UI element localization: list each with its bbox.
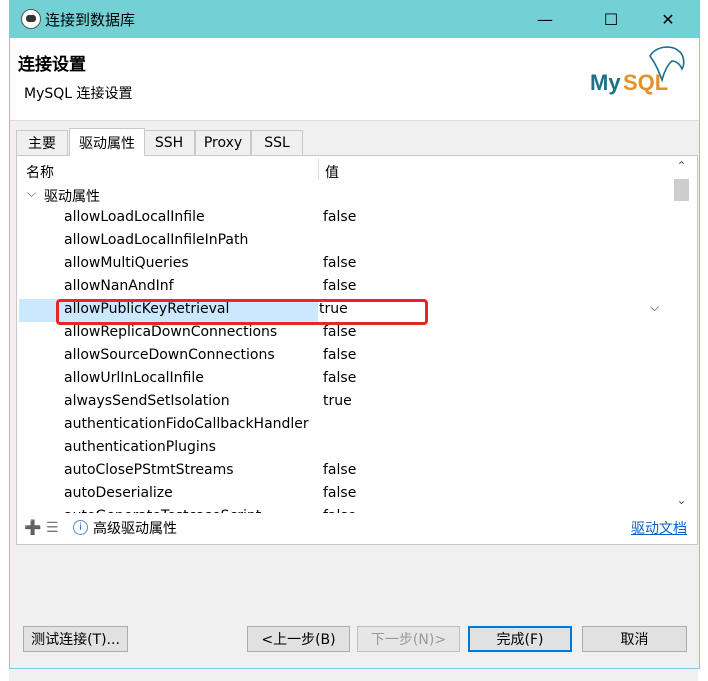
property-name: autoGenerateTestcaseScript [64, 508, 261, 513]
collapse-all-icon[interactable]: ☰ [46, 520, 59, 536]
scroll-down-icon[interactable]: ⌄ [672, 493, 691, 511]
background-left-strip [0, 0, 9, 681]
page-subtitle: MySQL 连接设置 [24, 86, 133, 102]
table-row[interactable]: allowLoadLocalInfile false [17, 207, 672, 230]
test-connection-button[interactable]: 测试连接(T)... [23, 626, 128, 652]
property-value[interactable]: false [323, 485, 356, 501]
scroll-up-icon[interactable]: ⌃ [672, 159, 691, 177]
vertical-scrollbar[interactable]: ⌃ ⌄ [672, 156, 691, 511]
expand-all-icon[interactable]: ➕ [24, 520, 41, 536]
table-row-selected[interactable]: allowPublicKeyRetrieval true ⌵ [17, 299, 672, 322]
properties-table[interactable]: 名称 值 ⌵ 驱动属性 allowLoadLocalInfile false a… [17, 158, 672, 513]
page-title: 连接设置 [18, 55, 86, 75]
property-name: allowPublicKeyRetrieval [64, 301, 230, 317]
property-name: autoClosePStmtStreams [64, 462, 234, 478]
property-name: allowLoadLocalInfileInPath [64, 232, 249, 248]
tab-ssl[interactable]: SSL [251, 130, 303, 155]
property-value[interactable]: false [323, 209, 356, 225]
table-row[interactable]: autoDeserialize false [17, 483, 672, 506]
back-button[interactable]: <上一步(B) [247, 626, 350, 652]
svg-text:My: My [590, 70, 621, 95]
property-value[interactable]: false [323, 255, 356, 271]
driver-properties-panel: 名称 值 ⌵ 驱动属性 allowLoadLocalInfile false a… [16, 155, 698, 545]
tab-driver-properties[interactable]: 驱动属性 [69, 128, 145, 156]
property-value[interactable]: false [323, 508, 356, 513]
table-row[interactable]: authenticationFidoCallbackHandler [17, 414, 672, 437]
column-header-name[interactable]: 名称 [26, 162, 54, 182]
chevron-down-icon[interactable]: ⌵ [27, 186, 36, 201]
property-value[interactable]: false [323, 347, 356, 363]
tab-ssh[interactable]: SSH [143, 130, 195, 155]
table-row[interactable]: allowReplicaDownConnections false [17, 322, 672, 345]
property-name: allowReplicaDownConnections [64, 324, 278, 340]
table-row[interactable]: allowLoadLocalInfileInPath [17, 230, 672, 253]
tab-main[interactable]: 主要 [16, 130, 68, 155]
cancel-button[interactable]: 取消 [582, 626, 687, 652]
minimize-icon[interactable]: — [522, 0, 568, 38]
next-button[interactable]: 下一步(N)> [357, 626, 460, 652]
tab-proxy[interactable]: Proxy [195, 130, 251, 155]
finish-button[interactable]: 完成(F) [468, 626, 572, 652]
table-row[interactable]: allowUrlInLocalInfile false [17, 368, 672, 391]
property-value[interactable]: false [323, 278, 356, 294]
group-row[interactable]: ⌵ 驱动属性 [17, 184, 672, 207]
table-row[interactable]: allowNanAndInf false [17, 276, 672, 299]
table-row[interactable]: allowMultiQueries false [17, 253, 672, 276]
info-icon: i [73, 520, 88, 535]
connect-dialog: 连接到数据库 — ☐ ✕ 连接设置 MySQL 连接设置 My SQL 主要 驱… [9, 0, 700, 669]
app-icon [21, 9, 41, 29]
table-row[interactable]: allowSourceDownConnections false [17, 345, 672, 368]
column-divider[interactable] [318, 158, 319, 180]
scroll-thumb[interactable] [674, 179, 689, 201]
table-row[interactable]: autoGenerateTestcaseScript false [17, 506, 672, 513]
chevron-down-icon[interactable]: ⌵ [650, 300, 659, 315]
property-name: allowLoadLocalInfile [64, 209, 205, 225]
maximize-icon[interactable]: ☐ [588, 0, 634, 38]
property-name: allowNanAndInf [64, 278, 174, 294]
property-name: autoDeserialize [64, 485, 173, 501]
property-value[interactable]: true [323, 393, 352, 409]
window-title: 连接到数据库 [45, 11, 136, 29]
title-bar[interactable]: 连接到数据库 — ☐ ✕ [10, 0, 699, 38]
property-value[interactable]: false [323, 462, 356, 478]
property-name: authenticationFidoCallbackHandler [64, 416, 309, 432]
property-name: allowUrlInLocalInfile [64, 370, 204, 386]
property-value[interactable]: false [323, 370, 356, 386]
group-label: 驱动属性 [44, 189, 100, 205]
table-row[interactable]: alwaysSendSetIsolation true [17, 391, 672, 414]
property-name: allowSourceDownConnections [64, 347, 275, 363]
dialog-header: 连接设置 MySQL 连接设置 My SQL [10, 38, 699, 121]
close-icon[interactable]: ✕ [645, 0, 691, 38]
advanced-properties-label: 高级驱动属性 [93, 521, 177, 537]
table-row[interactable]: authenticationPlugins [17, 437, 672, 460]
properties-toolbar: ➕ ☰ i 高级驱动属性 驱动文档 [17, 514, 697, 542]
svg-text:SQL: SQL [623, 70, 668, 95]
property-name: allowMultiQueries [64, 255, 189, 271]
property-name: alwaysSendSetIsolation [64, 393, 230, 409]
table-row[interactable]: autoClosePStmtStreams false [17, 460, 672, 483]
column-header-value[interactable]: 值 [325, 162, 339, 182]
property-value-dropdown[interactable]: true [319, 301, 348, 317]
property-value[interactable]: false [323, 324, 356, 340]
value-editor[interactable] [318, 299, 670, 322]
driver-docs-link[interactable]: 驱动文档 [631, 518, 687, 538]
mysql-logo: My SQL [590, 46, 685, 95]
property-name: authenticationPlugins [64, 439, 216, 455]
